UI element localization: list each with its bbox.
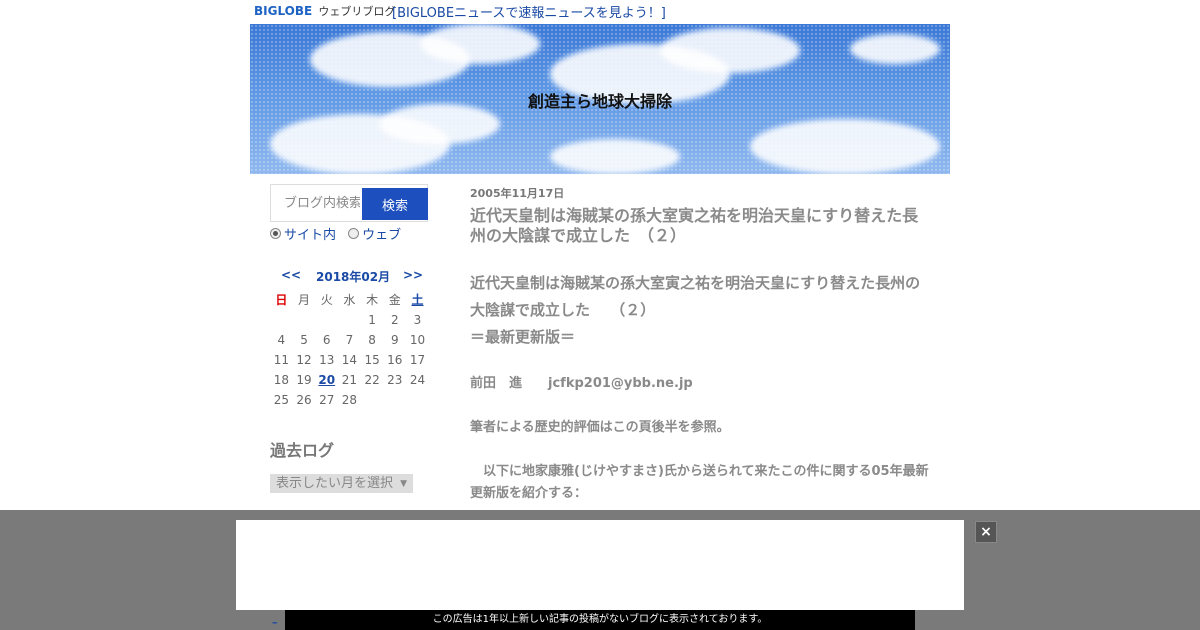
calendar-empty xyxy=(338,310,361,330)
calendar-day: 14 xyxy=(341,353,358,367)
body-heading-1: 近代天皇制は海賊某の孫大室寅之祐を明治天皇にすり替えた長州の大陰謀で成立した （… xyxy=(470,274,921,319)
calendar-empty xyxy=(361,390,384,410)
close-icon: × xyxy=(980,524,992,540)
calendar-day: 8 xyxy=(368,333,376,347)
close-ad-button[interactable]: × xyxy=(975,521,997,543)
calendar-day: 17 xyxy=(409,353,426,367)
calendar-day: 25 xyxy=(273,393,289,407)
calendar-day: 26 xyxy=(296,393,312,407)
news-link[interactable]: [BIGLOBEニュースで速報ニュースを見よう！] xyxy=(392,2,666,21)
radio-web[interactable] xyxy=(348,228,360,239)
biglobe-logo[interactable]: BIGLOBE ウェブリブログ xyxy=(254,3,395,19)
calendar-day: 4 xyxy=(277,333,286,347)
calendar-nav: << 2018年02月 >> xyxy=(270,268,430,288)
top-bar: BIGLOBE ウェブリブログ [BIGLOBEニュースで速報ニュースを見よう！… xyxy=(250,0,950,24)
calendar-day: 13 xyxy=(319,353,335,367)
blog-title[interactable]: 創造主ら地球大掃除 xyxy=(250,88,950,112)
calendar-day: 24 xyxy=(409,373,426,387)
calendar-empty xyxy=(270,310,293,330)
calendar-day: 5 xyxy=(300,333,308,347)
calendar-day: 11 xyxy=(273,353,289,367)
search-box: 検索 xyxy=(270,184,428,222)
post-note: 筆者による歴史的評価はこの頁後半を参照。 xyxy=(470,420,730,435)
calendar-day: 19 xyxy=(296,373,312,387)
calendar-weekday: 土 xyxy=(411,293,424,307)
calendar-day: 23 xyxy=(387,373,403,387)
blog-banner: 創造主ら地球大掃除 xyxy=(250,24,950,174)
logo-text: BIGLOBE xyxy=(254,4,313,18)
calendar-weekday: 月 xyxy=(298,293,311,307)
ad-overlay: . – × この広告は1年以上新しい記事の投稿がないブログに表示されております。 xyxy=(0,510,1200,630)
dropdown-arrow-icon: ▼ xyxy=(400,479,408,489)
calendar-month-link[interactable]: 2018年02月 xyxy=(316,268,390,285)
calendar-day: 27 xyxy=(319,393,335,407)
calendar: << 2018年02月 >> 日月火水木金土 1 2 3 4 5 6 7 8 9 10 11 12 13 1… xyxy=(270,268,430,410)
calendar-day: 7 xyxy=(345,333,354,347)
main-content: 2005年11月17日 近代天皇制は海賊某の孫大室寅之祐を明治天皇にすり替えた長… xyxy=(470,184,930,505)
calendar-day: 12 xyxy=(296,353,312,367)
calendar-day: 22 xyxy=(364,373,380,387)
calendar-weekday: 水 xyxy=(343,293,356,307)
calendar-next-link[interactable]: >> xyxy=(403,268,423,282)
calendar-day: 9 xyxy=(390,333,399,347)
calendar-weekday: 日 xyxy=(275,293,288,307)
post-title[interactable]: 近代天皇制は海賊某の孫大室寅之祐を明治天皇にすり替えた長州の大陰謀で成立した （… xyxy=(470,206,930,246)
ad-notice: この広告は1年以上新しい記事の投稿がないブログに表示されております。 xyxy=(285,610,915,630)
calendar-prev-link[interactable]: << xyxy=(281,268,301,282)
body-heading-2: ＝最新更新版＝ xyxy=(470,328,576,346)
calendar-day: 21 xyxy=(341,373,358,387)
calendar-day: 6 xyxy=(322,333,331,347)
search-input[interactable] xyxy=(272,186,360,220)
radio-site[interactable] xyxy=(270,228,281,239)
logo-sub: ウェブリブログ xyxy=(318,5,396,18)
calendar-empty xyxy=(406,390,429,410)
peek-mark: – xyxy=(272,616,278,629)
calendar-day: 28 xyxy=(341,393,358,407)
search-scope: サイト内 ウェブ xyxy=(270,224,409,243)
search-button[interactable]: 検索 xyxy=(362,188,428,220)
calendar-day: 15 xyxy=(364,353,380,367)
archive-select[interactable]: 表示したい月を選択 ▼ xyxy=(270,474,414,493)
post-author: 前田 進 jcfkp201@ybb.ne.jp xyxy=(470,376,693,391)
calendar-weekday: 木 xyxy=(366,293,379,307)
body-heading: 近代天皇制は海賊某の孫大室寅之祐を明治天皇にすり替えた長州の大陰謀で成立した （… xyxy=(470,270,930,351)
calendar-day-link[interactable]: 20 xyxy=(315,370,338,390)
calendar-empty xyxy=(383,390,406,410)
post-date: 2005年11月17日 xyxy=(470,187,565,200)
radio-site-label[interactable]: サイト内 xyxy=(284,228,336,243)
calendar-day: 16 xyxy=(387,353,403,367)
archive-select-value: 表示したい月を選択 xyxy=(276,476,394,491)
calendar-weekday: 金 xyxy=(388,293,401,307)
archive-title: 過去ログ xyxy=(270,441,335,460)
post-intro: 以下に地家康雅(じけやすまさ)氏から送られて来たこの件に関する05年最新更新版を… xyxy=(470,464,929,501)
calendar-weekday: 火 xyxy=(320,293,333,307)
calendar-day: 18 xyxy=(273,373,289,387)
calendar-day: 10 xyxy=(409,333,426,347)
calendar-empty xyxy=(293,310,316,330)
calendar-grid: 日月火水木金土 1 2 3 4 5 6 7 8 9 10 11 12 13 14 15 16 17 18 19 20 21… xyxy=(270,290,430,410)
calendar-day: 3 xyxy=(413,313,422,327)
radio-web-label[interactable]: ウェブ xyxy=(362,228,401,243)
calendar-empty xyxy=(315,310,338,330)
calendar-day: 2 xyxy=(390,313,399,327)
ad-banner[interactable] xyxy=(236,520,964,610)
calendar-day: 1 xyxy=(368,313,376,327)
